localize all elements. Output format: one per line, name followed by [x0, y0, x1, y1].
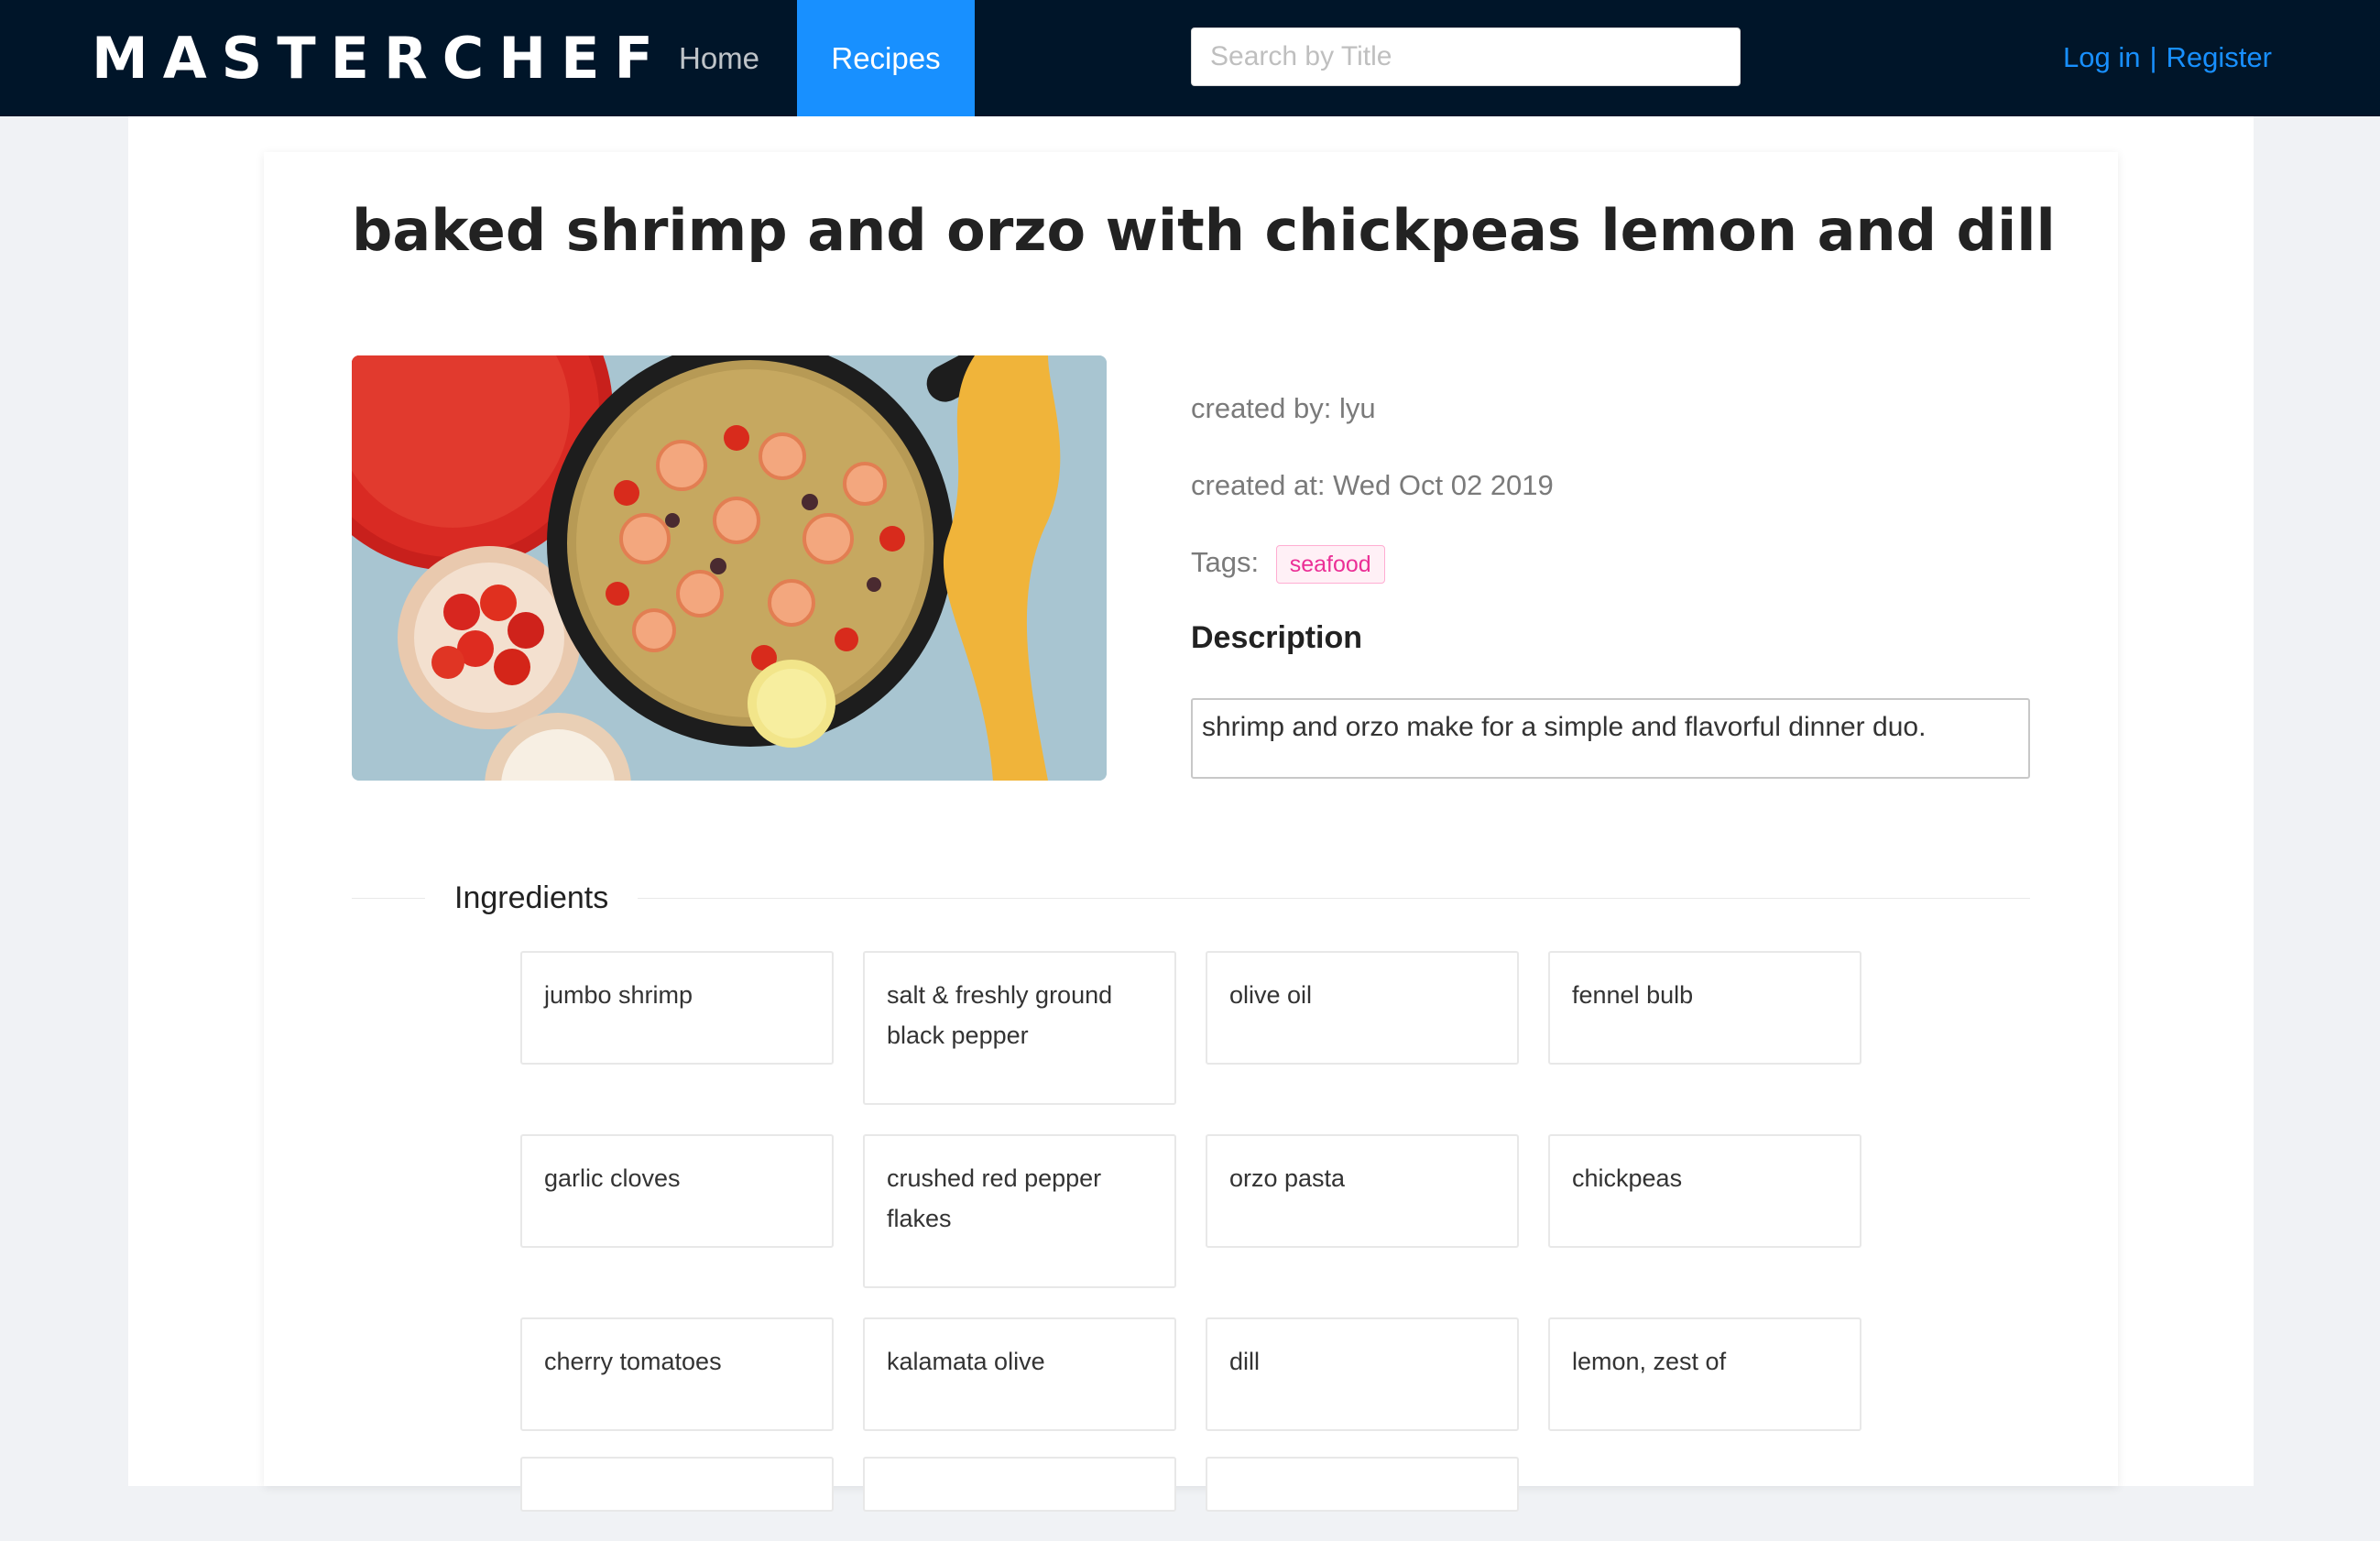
- tags-label: Tags:: [1191, 546, 1260, 578]
- ingredient-card[interactable]: salt & freshly ground black pepper: [863, 951, 1176, 1105]
- ingredient-card[interactable]: dill: [1206, 1317, 1519, 1431]
- description-box: shrimp and orzo make for a simple and fl…: [1191, 698, 2030, 779]
- divider-line-right: [638, 898, 2030, 899]
- ingredients-row: garlic cloves crushed red pepper flakes …: [520, 1134, 1861, 1288]
- ingredient-card[interactable]: chickpeas: [1548, 1134, 1861, 1248]
- brand-logo[interactable]: MASTERCHEF: [92, 27, 668, 90]
- created-at: created at: Wed Oct 02 2019: [1191, 469, 1554, 501]
- ingredients-heading: Ingredients: [454, 880, 609, 915]
- auth-links: Log in | Register: [2063, 35, 2272, 81]
- ingredient-card[interactable]: cherry tomatoes: [520, 1317, 834, 1431]
- register-link[interactable]: Register: [2167, 41, 2272, 73]
- recipe-title: baked shrimp and orzo with chickpeas lem…: [352, 197, 2056, 264]
- nav-item-recipes[interactable]: Recipes: [797, 0, 975, 116]
- nav-item-home[interactable]: Home: [641, 0, 797, 116]
- top-navbar: MASTERCHEF Home Recipes Log in | Register: [0, 0, 2380, 116]
- ingredient-card-cut-off[interactable]: [1206, 1457, 1519, 1512]
- auth-separator: |: [2149, 41, 2157, 73]
- tags-row: Tags: seafood: [1191, 542, 1385, 584]
- ingredient-card-cut-off[interactable]: [520, 1457, 834, 1512]
- description-heading: Description: [1191, 620, 1363, 655]
- ingredient-card[interactable]: crushed red pepper flakes: [863, 1134, 1176, 1288]
- ingredients-grid: jumbo shrimp salt & freshly ground black…: [520, 951, 1861, 1541]
- ingredient-card[interactable]: orzo pasta: [1206, 1134, 1519, 1248]
- ingredients-row-partial: [520, 1457, 1861, 1512]
- ingredients-row: cherry tomatoes kalamata olive dill lemo…: [520, 1317, 1861, 1431]
- divider-line-left: [352, 898, 425, 899]
- ingredient-card[interactable]: lemon, zest of: [1548, 1317, 1861, 1431]
- created-by: created by: lyu: [1191, 392, 1376, 424]
- ingredient-card[interactable]: jumbo shrimp: [520, 951, 834, 1065]
- ingredient-card-cut-off[interactable]: [863, 1457, 1176, 1512]
- ingredient-card[interactable]: olive oil: [1206, 951, 1519, 1065]
- recipe-photo: [352, 355, 1107, 781]
- search-input[interactable]: [1191, 27, 1741, 86]
- ingredient-card[interactable]: garlic cloves: [520, 1134, 834, 1248]
- ingredients-row: jumbo shrimp salt & freshly ground black…: [520, 951, 1861, 1105]
- tag-seafood[interactable]: seafood: [1275, 544, 1385, 584]
- login-link[interactable]: Log in: [2063, 41, 2140, 73]
- ingredient-card[interactable]: fennel bulb: [1548, 951, 1861, 1065]
- ingredient-card[interactable]: kalamata olive: [863, 1317, 1176, 1431]
